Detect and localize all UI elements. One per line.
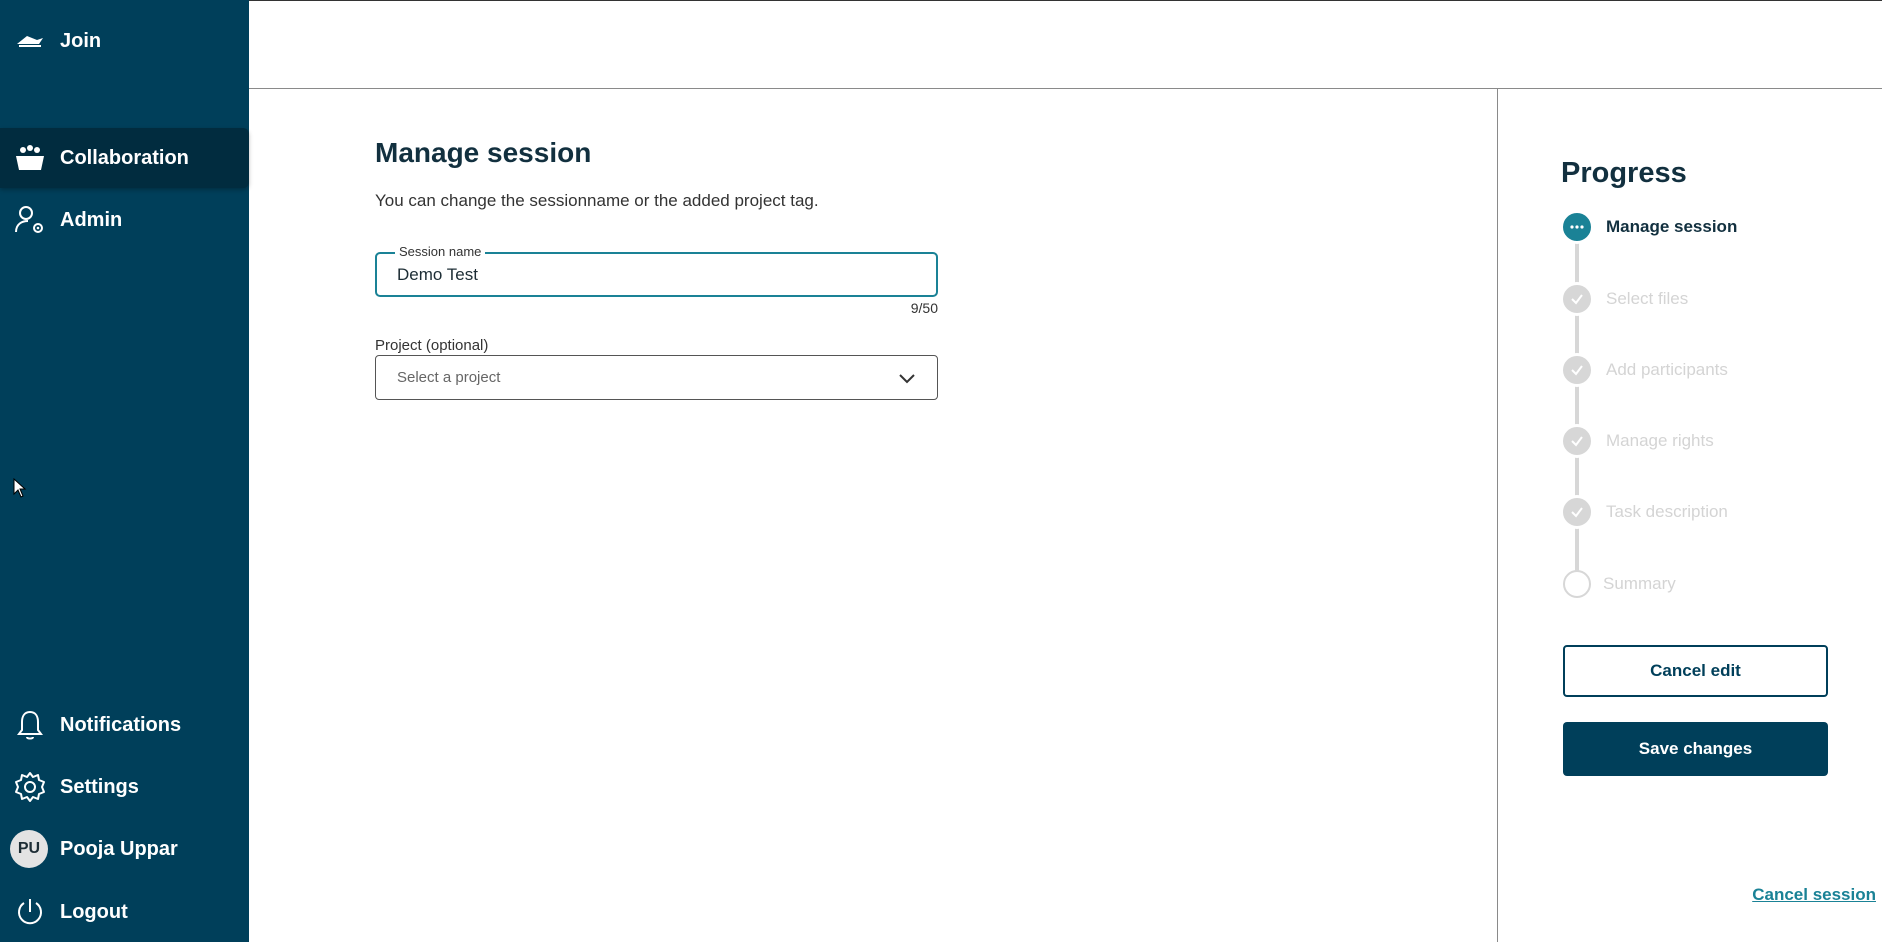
session-name-label: Session name (395, 244, 486, 259)
session-name-field: Session name (375, 244, 938, 297)
page-description: You can change the sessionname or the ad… (375, 191, 819, 210)
progress-step-summary: Summary (1563, 570, 1676, 598)
admin-gear-user-icon (14, 204, 46, 236)
pending-step-icon (1563, 570, 1591, 598)
bell-icon (14, 709, 46, 741)
top-bar (249, 0, 1882, 89)
project-label: Project (optional) (375, 337, 489, 354)
sidebar-item-logout[interactable]: Logout (0, 882, 249, 942)
save-changes-button[interactable]: Save changes (1563, 722, 1828, 776)
session-name-input[interactable] (397, 265, 897, 285)
sidebar-item-admin[interactable]: Admin (0, 190, 249, 250)
step-label: Manage session (1606, 217, 1738, 236)
mouse-cursor-icon (13, 478, 27, 498)
sidebar: Join Collaboration Admin Notifications S… (0, 0, 249, 942)
sidebar-item-label: Logout (60, 900, 128, 923)
power-icon (14, 896, 46, 928)
progress-step-manage-session: Manage session (1560, 210, 1738, 244)
avatar: PU (10, 830, 48, 868)
progress-title: Progress (1561, 157, 1687, 189)
page-title: Manage session (375, 137, 592, 168)
sidebar-item-settings[interactable]: Settings (0, 757, 249, 817)
progress-step-add-participants: Add participants (1560, 353, 1728, 387)
project-select-placeholder: Select a project (397, 369, 501, 386)
sidebar-item-profile[interactable]: PU Pooja Uppar (0, 819, 249, 879)
project-select[interactable]: Select a project (375, 355, 938, 400)
sidebar-item-label: Pooja Uppar (60, 837, 178, 860)
progress-line (1575, 227, 1579, 585)
sidebar-item-join[interactable]: Join (0, 11, 249, 71)
progress-step-select-files: Select files (1560, 282, 1689, 316)
cancel-edit-button[interactable]: Cancel edit (1563, 645, 1828, 697)
check-icon (1560, 353, 1594, 387)
check-icon (1560, 495, 1594, 529)
step-label: Manage rights (1606, 431, 1714, 450)
progress-step-task-description: Task description (1560, 495, 1728, 529)
sidebar-item-collaboration[interactable]: Collaboration (0, 128, 249, 188)
step-label: Select files (1606, 289, 1689, 308)
check-icon (1560, 282, 1594, 316)
cancel-session-link[interactable]: Cancel session (1752, 885, 1876, 905)
sidebar-item-label: Notifications (60, 713, 182, 736)
collaboration-icon (14, 142, 46, 174)
join-icon (14, 25, 46, 57)
main-content: Manage session You can change the sessio… (249, 89, 1497, 942)
character-counter: 9/50 (910, 300, 938, 316)
step-label: Summary (1603, 574, 1676, 593)
sidebar-item-notifications[interactable]: Notifications (0, 695, 249, 755)
step-label: Task description (1606, 502, 1728, 521)
gear-icon (14, 771, 46, 803)
progress-step-manage-rights: Manage rights (1560, 424, 1714, 458)
check-icon (1560, 424, 1594, 458)
progress-panel: Progress Manage session Select files Add… (1497, 89, 1882, 942)
chevron-down-icon (899, 374, 915, 384)
sidebar-item-label: Join (60, 29, 102, 52)
sidebar-item-label: Settings (60, 775, 139, 798)
sidebar-item-label: Admin (60, 208, 123, 231)
step-current-icon (1560, 210, 1594, 244)
step-label: Add participants (1606, 360, 1728, 379)
sidebar-item-label: Collaboration (60, 146, 189, 169)
